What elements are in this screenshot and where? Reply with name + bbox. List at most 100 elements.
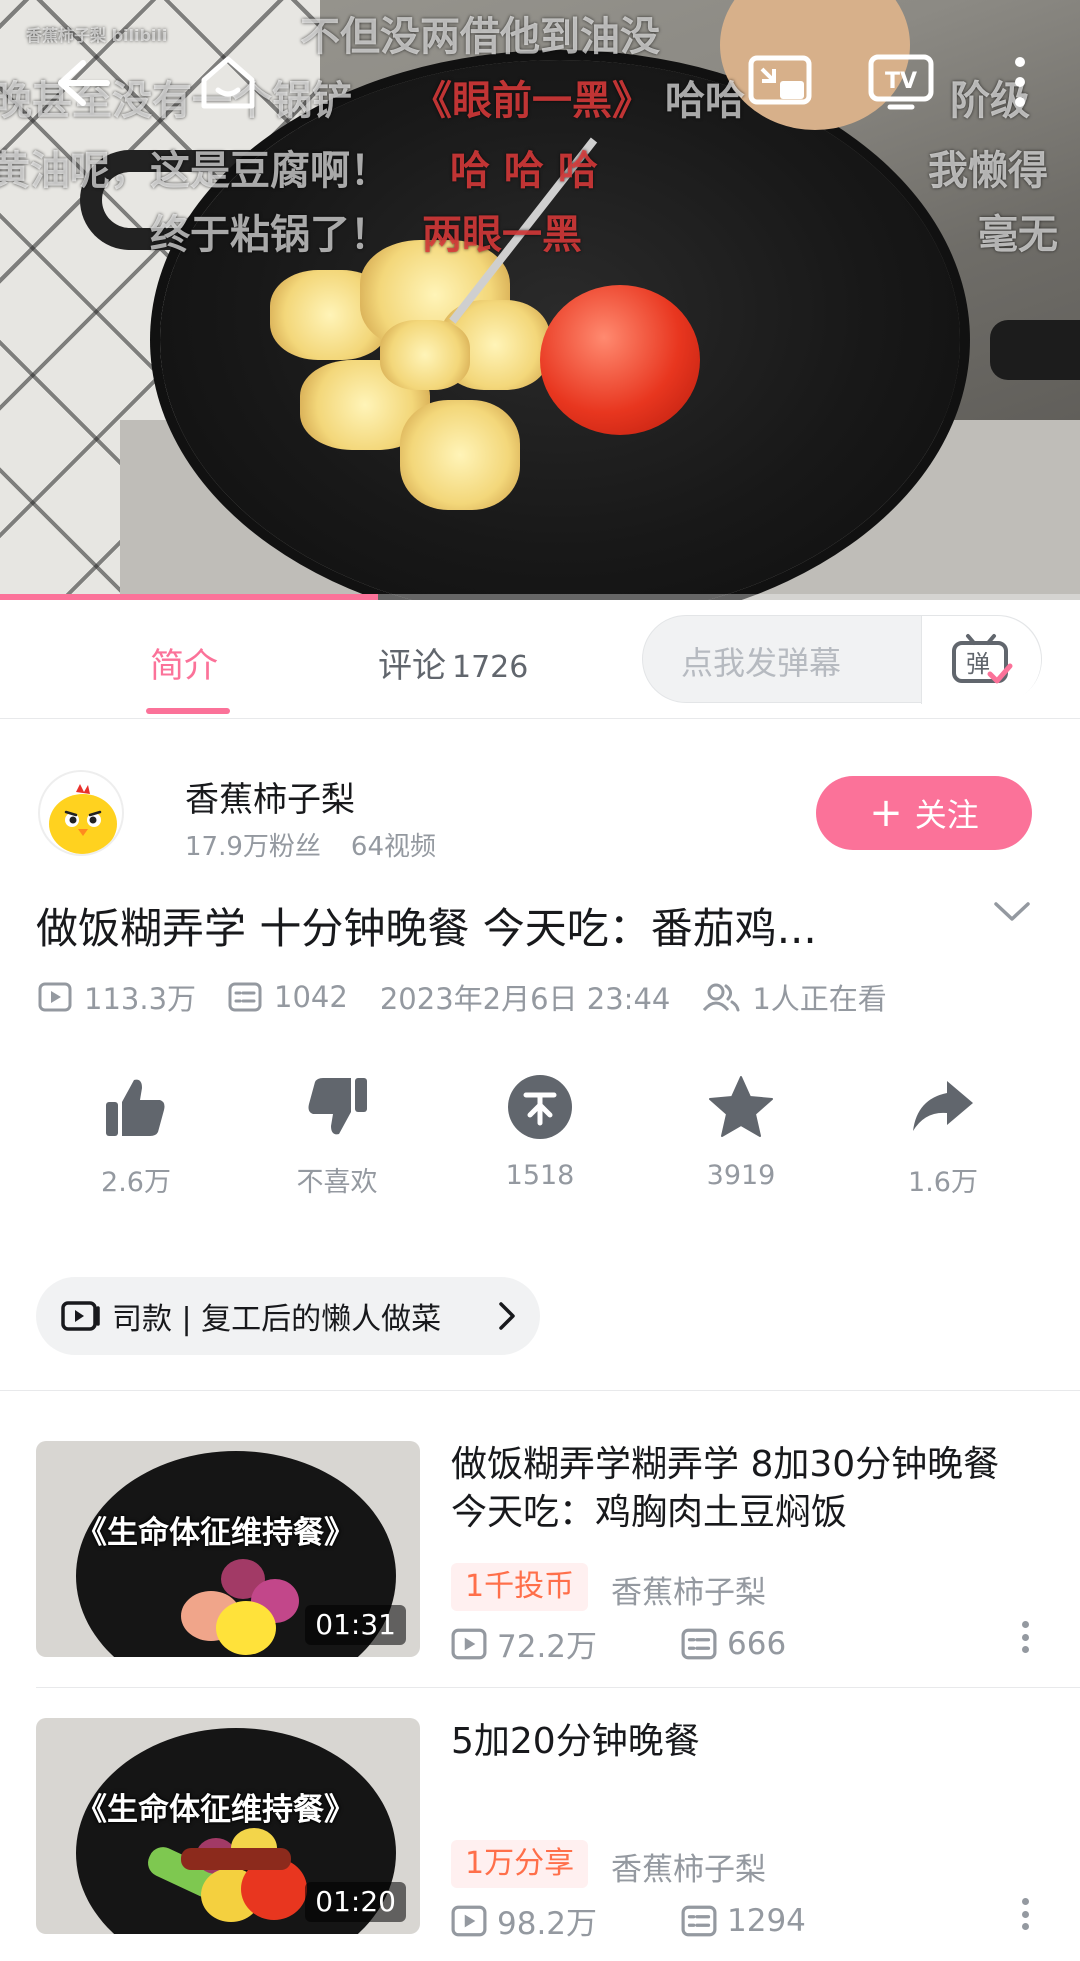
tab-indicator <box>146 708 230 714</box>
thumbnail-caption: 《生命体征维持餐》 <box>76 1792 355 1828</box>
video-thumbnail[interactable]: 《生命体征维持餐》 01:31 <box>36 1441 420 1657</box>
follow-button[interactable]: + 关注 <box>816 776 1032 850</box>
video-duration: 01:31 <box>305 1605 406 1645</box>
share-button[interactable]: 1.6万 <box>873 1070 1013 1199</box>
recommendation-title[interactable]: 做饭糊弄学糊弄学 8加30分钟晚餐 今天吃：鸡胸肉土豆焖饭 <box>451 1441 1041 1537</box>
danmaku-comment: 不但没两借他到油没 <box>300 14 660 60</box>
danmaku-comment: 两眼一黑 <box>422 212 582 258</box>
follow-label: 关注 <box>914 796 979 834</box>
back-button[interactable] <box>50 50 116 116</box>
danmaku-comment: 哈哈 <box>665 78 745 124</box>
tab-divider <box>0 718 1080 719</box>
danmaku-comment: 黄油呢，这是豆腐啊！ <box>0 148 390 194</box>
danmaku-comment: 《眼前一黑》 <box>412 78 652 124</box>
avatar[interactable] <box>38 770 124 856</box>
coin-count: 1518 <box>505 1160 575 1191</box>
expand-button[interactable] <box>992 900 1032 928</box>
danmaku-count-icon <box>681 1628 717 1659</box>
recommendation-danmaku: 1294 <box>681 1903 881 1939</box>
section-divider <box>0 1390 1080 1391</box>
egg-piece <box>380 320 470 390</box>
list-divider <box>36 1687 1080 1688</box>
recommendation-title[interactable]: 5加20分钟晚餐 <box>451 1718 1041 1766</box>
recommendation-danmaku: 666 <box>681 1626 881 1662</box>
tab-comments-label: 评论 <box>378 646 446 686</box>
danmaku-comment: 哈 哈 哈 <box>450 148 598 194</box>
danmaku-comment: 我懒得 <box>928 148 1048 194</box>
danmaku-count: 1042 <box>228 980 348 1014</box>
more-dot-icon <box>1021 1898 1029 1905</box>
thumb-down-icon <box>308 1078 367 1135</box>
recommendation-views: 98.2万 <box>451 1898 681 1943</box>
more-dot-icon <box>1021 1910 1029 1918</box>
dislike-button[interactable]: 不喜欢 <box>267 1070 407 1199</box>
tomato <box>540 285 700 435</box>
like-button[interactable]: 2.6万 <box>66 1070 206 1199</box>
recommendation-uploader: 香蕉柿子梨 <box>611 1852 766 1888</box>
video-thumbnail[interactable]: 《生命体征维持餐》 01:20 <box>36 1718 420 1934</box>
back-icon <box>58 60 110 106</box>
pip-icon <box>748 55 812 105</box>
video-duration: 01:20 <box>305 1882 406 1922</box>
watermark: 香蕉柿子梨 bilibili <box>26 26 168 45</box>
recommendation-badge: 1千投币 <box>451 1563 589 1611</box>
video-title[interactable]: 做饭糊弄学 十分钟晚餐 今天吃：番茄鸡... <box>36 895 936 956</box>
more-button[interactable] <box>998 52 1042 112</box>
favorite-count: 3919 <box>706 1160 776 1191</box>
publish-date: 2023年2月6日 23:44 <box>379 982 671 1016</box>
plus-icon: + <box>869 790 903 836</box>
home-icon <box>201 56 255 109</box>
danmaku-count-icon <box>228 982 262 1012</box>
chick-avatar-icon <box>49 784 117 854</box>
more-dot-icon <box>1021 1633 1029 1641</box>
recommendation-card[interactable]: 《生命体征维持餐》 01:31 做饭糊弄学糊弄学 8加30分钟晚餐 今天吃：鸡胸… <box>36 1441 1044 1665</box>
more-dot-icon <box>1021 1923 1029 1930</box>
video-meta: 113.3万 1042 2023年2月6日 23:44 1人正在看 <box>38 976 919 1018</box>
danmaku-icon: 弹 <box>951 634 1012 684</box>
watching-count: 1人正在看 <box>702 976 887 1018</box>
recommendation-stats: 72.2万 666 <box>451 1621 881 1666</box>
tab-bar: 简介 评论 1726 点我发弹幕 弹 <box>0 600 1080 718</box>
chevron-down-icon <box>994 902 1030 921</box>
home-button[interactable] <box>192 48 264 118</box>
recommendation-badge: 1万分享 <box>451 1840 589 1888</box>
tab-intro[interactable]: 简介 <box>150 638 218 687</box>
pip-button[interactable] <box>745 52 815 112</box>
thumb-potato <box>216 1601 276 1655</box>
chevron-right-icon <box>499 1302 515 1330</box>
danmaku-settings-button[interactable]: 弹 <box>921 616 1041 704</box>
video-player[interactable]: 香蕉柿子梨 bilibili 不但没两借他到油没 晚甚至没有一个锅铲 《眼前一黑… <box>0 0 1080 600</box>
fan-count: 17.9万粉丝 <box>185 832 321 862</box>
pan-handle-right <box>990 320 1080 380</box>
more-options-button[interactable] <box>1010 1894 1040 1934</box>
tv-cast-icon: TV <box>868 54 934 110</box>
recommendation-card[interactable]: 《生命体征维持餐》 01:20 5加20分钟晚餐 1万分享 香蕉柿子梨 98.2… <box>36 1718 1044 1942</box>
thumbnail-caption: 《生命体征维持餐》 <box>76 1515 355 1551</box>
collection-label: 司款 | 复工后的懒人做菜 <box>112 1302 442 1337</box>
share-count: 1.6万 <box>908 1167 978 1198</box>
tab-comments[interactable]: 评论 1726 <box>378 638 528 687</box>
danmaku-comment: 终于粘锅了！ <box>150 212 390 258</box>
star-icon <box>709 1076 773 1137</box>
coin-button[interactable]: 1518 <box>470 1070 610 1191</box>
tv-cast-button[interactable]: TV <box>866 52 936 112</box>
collection-chip[interactable]: 司款 | 复工后的懒人做菜 <box>36 1277 540 1355</box>
danmaku-count-icon <box>681 1905 717 1936</box>
more-dot-icon <box>1021 1646 1029 1653</box>
uploader-stats: 17.9万粉丝 64视频 <box>185 826 436 863</box>
egg-piece <box>400 400 520 510</box>
favorite-button[interactable]: 3919 <box>671 1070 811 1191</box>
viewers-icon <box>703 983 740 1012</box>
danmaku-comment: 毫无 <box>978 212 1058 258</box>
video-count: 64视频 <box>350 832 436 862</box>
play-count-icon <box>451 1905 487 1936</box>
view-count: 113.3万 <box>38 976 196 1018</box>
dislike-label: 不喜欢 <box>296 1167 378 1198</box>
thumb-sausage <box>181 1848 291 1870</box>
play-count-icon <box>38 982 72 1012</box>
danmaku-input[interactable]: 点我发弹幕 弹 <box>642 615 1042 704</box>
more-options-button[interactable] <box>1010 1617 1040 1657</box>
play-count-icon <box>451 1628 487 1659</box>
uploader-name[interactable]: 香蕉柿子梨 <box>185 772 355 821</box>
playlist-icon <box>61 1301 100 1331</box>
